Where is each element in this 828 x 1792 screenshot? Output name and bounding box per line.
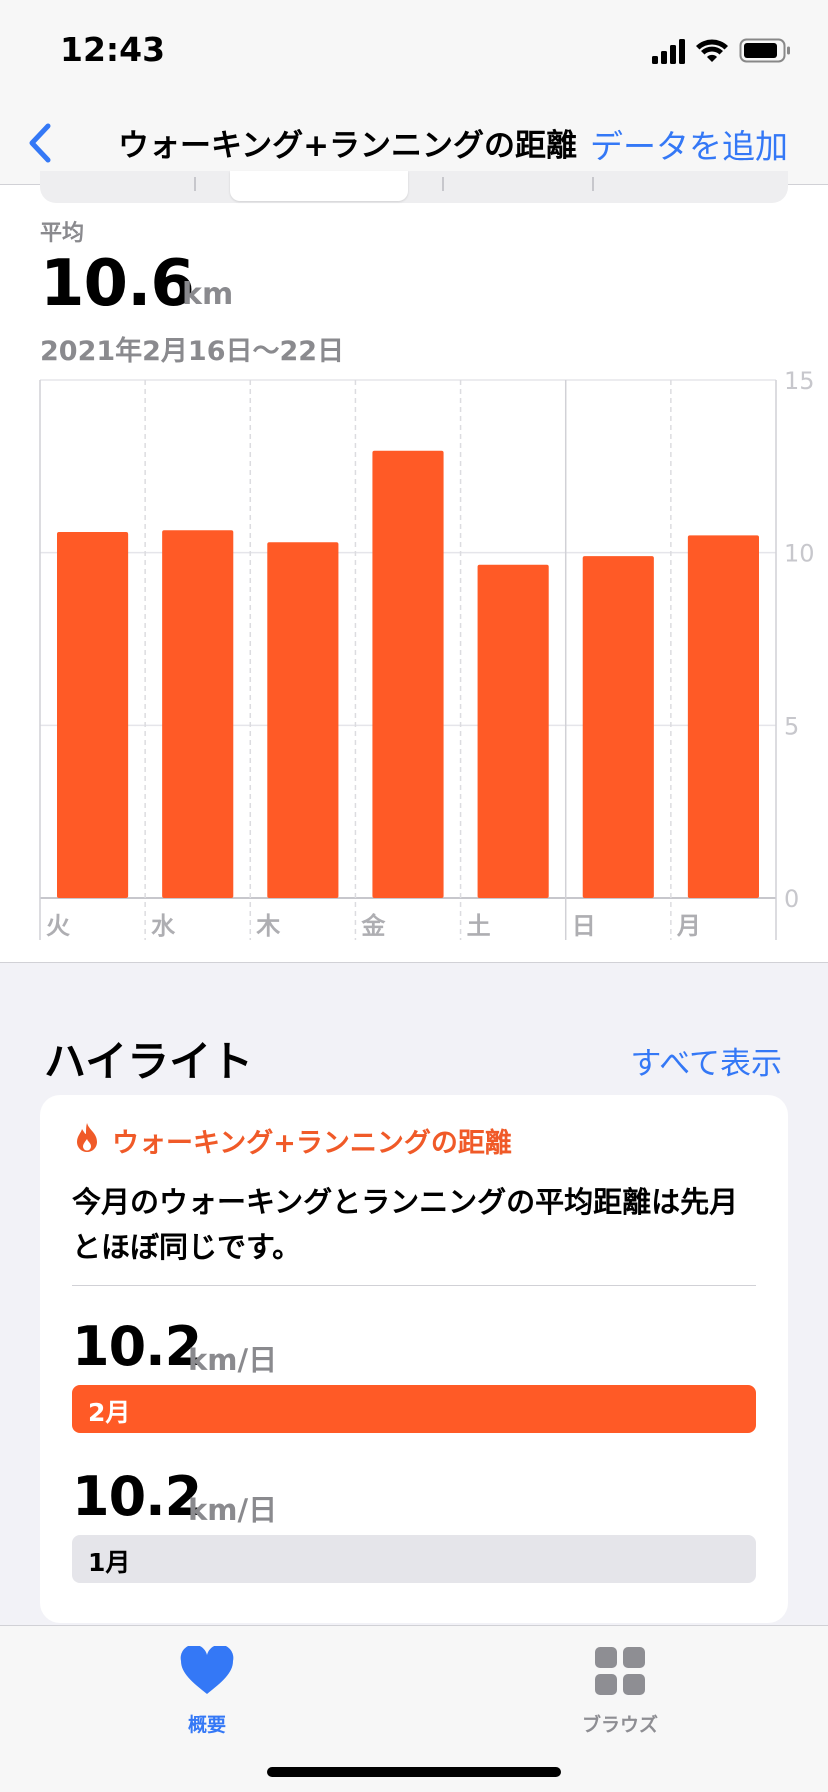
- chart-card: 平均 10.6 km 2021年2月16日〜22日 0 5 10 15 火 水 木 金 土 日 月: [0, 171, 828, 963]
- bar[interactable]: [687, 535, 759, 898]
- x-tick-label: 土: [467, 912, 491, 940]
- stat-unit-current: km/日: [188, 1343, 278, 1377]
- flame-icon: [77, 1123, 97, 1152]
- stat-bar-label-current: 2月: [88, 1398, 131, 1427]
- segment-divider: [194, 177, 196, 191]
- stat-bar-previous: 1月: [72, 1535, 756, 1583]
- divider: [72, 1285, 756, 1286]
- segment-divider: [442, 177, 444, 191]
- status-time: 12:43: [60, 30, 166, 69]
- y-tick-label: 0: [784, 885, 799, 913]
- stat-value-current: 10.2: [72, 1315, 202, 1378]
- highlight-card[interactable]: ウォーキング+ランニングの距離 今月のウォーキングとランニングの平均距離は先月と…: [40, 1095, 788, 1623]
- tab-bar: 概要 ブラウズ: [0, 1625, 828, 1792]
- bar[interactable]: [477, 564, 549, 898]
- bar[interactable]: [267, 542, 339, 898]
- tab-summary[interactable]: 概要: [107, 1638, 307, 1738]
- highlight-text: 今月のウォーキングとランニングの平均距離は先月とほぼ同じです。: [72, 1185, 739, 1264]
- stat-value-previous: 10.2: [72, 1465, 202, 1528]
- battery-icon: [739, 38, 790, 63]
- segment-selected[interactable]: [230, 171, 408, 201]
- status-bar: 12:43: [0, 0, 828, 100]
- bar[interactable]: [57, 531, 129, 898]
- highlight-category: ウォーキング+ランニングの距離: [112, 1128, 512, 1159]
- x-tick-label: 水: [151, 912, 176, 940]
- bar[interactable]: [582, 556, 654, 898]
- x-tick-label: 日: [572, 912, 596, 940]
- date-range: 2021年2月16日〜22日: [40, 336, 345, 367]
- add-data-button[interactable]: データを追加: [590, 120, 788, 168]
- segment-divider: [592, 177, 594, 191]
- tab-label-browse: ブラウズ: [581, 1714, 658, 1736]
- y-tick-label: 5: [784, 712, 799, 740]
- y-tick-label: 10: [784, 540, 815, 568]
- x-tick-label: 火: [46, 912, 70, 940]
- x-tick-label: 金: [360, 912, 386, 940]
- grid-icon: [595, 1647, 645, 1695]
- stat-unit-previous: km/日: [188, 1493, 278, 1527]
- stat-bar-current: 2月: [72, 1385, 756, 1433]
- average-label: 平均: [40, 221, 85, 246]
- y-tick-label: 15: [784, 370, 815, 395]
- average-value: 10.6: [40, 247, 195, 321]
- period-segmented-control[interactable]: [40, 171, 788, 203]
- highlights-title: ハイライト: [44, 1037, 254, 1086]
- average-unit: km: [182, 277, 234, 312]
- bar[interactable]: [372, 450, 444, 898]
- page-title: ウォーキング+ランニングの距離: [118, 128, 578, 164]
- status-icons: [652, 38, 790, 64]
- distance-bar-chart[interactable]: 0 5 10 15 火 水 木 金 土 日 月: [0, 370, 828, 955]
- x-tick-label: 木: [255, 912, 281, 940]
- bar[interactable]: [162, 530, 234, 898]
- x-tick-label: 月: [676, 912, 701, 940]
- tab-browse[interactable]: ブラウズ: [520, 1638, 720, 1738]
- cellular-signal-icon: [652, 39, 685, 64]
- heart-icon: [180, 1646, 234, 1694]
- tab-label-summary: 概要: [187, 1714, 226, 1736]
- show-all-link[interactable]: すべて表示: [630, 1038, 782, 1083]
- wifi-icon: [696, 39, 728, 62]
- home-indicator: [267, 1767, 561, 1777]
- stat-bar-label-previous: 1月: [88, 1548, 131, 1577]
- chevron-left-icon[interactable]: [22, 118, 62, 168]
